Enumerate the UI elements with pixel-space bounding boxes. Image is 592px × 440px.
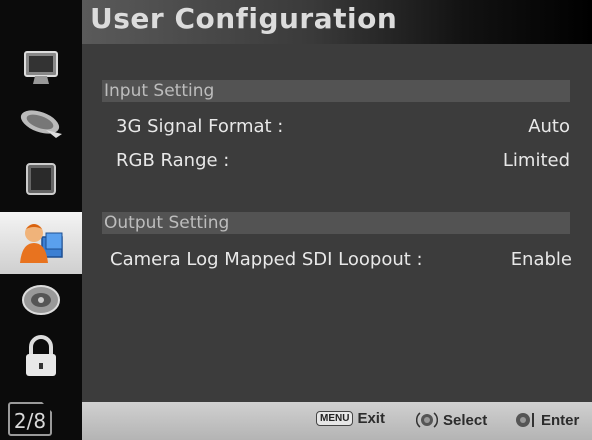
lock-icon — [26, 335, 56, 376]
setting-value[interactable]: Auto — [528, 116, 570, 137]
exit-label: Exit — [357, 410, 385, 427]
section-input-setting: Input Setting — [102, 80, 570, 102]
exit-hint[interactable]: MENU Exit — [316, 410, 385, 427]
footer-bar: MENU Exit Select Enter — [82, 402, 592, 440]
sidebar-item-user-config[interactable] — [0, 212, 82, 274]
setting-label: 3G Signal Format : — [116, 116, 284, 137]
setting-value[interactable]: Enable — [511, 249, 572, 270]
setting-value[interactable]: Limited — [503, 150, 570, 171]
user-config-icon — [20, 224, 63, 263]
sidebar: 2/8 — [0, 0, 82, 440]
setting-label: RGB Range : — [116, 150, 230, 171]
setting-row-rgb-range[interactable]: RGB Range : Limited — [116, 150, 570, 171]
sidebar-item-lock[interactable] — [0, 322, 82, 390]
section-output-setting: Output Setting — [102, 212, 570, 234]
sidebar-item-display[interactable] — [0, 146, 82, 214]
setting-row-camera-log-sdi-loopout[interactable]: Camera Log Mapped SDI Loopout : Enable — [110, 249, 572, 270]
select-label: Select — [443, 411, 488, 429]
menu-key-icon: MENU — [316, 411, 354, 426]
press-knob-icon — [516, 413, 534, 427]
settings-panel: Input Setting 3G Signal Format : Auto RG… — [82, 44, 592, 402]
rotate-knob-icon — [416, 412, 438, 428]
enter-hint[interactable]: Enter — [514, 410, 579, 430]
display-screen-icon — [26, 163, 56, 195]
setting-row-3g-signal-format[interactable]: 3G Signal Format : Auto — [116, 116, 570, 137]
monitor-icon — [24, 51, 58, 84]
enter-label: Enter — [541, 411, 580, 429]
satellite-dish-icon — [20, 110, 62, 138]
header-bar: User Configuration — [82, 0, 592, 44]
page-indicator: 2/8 — [8, 402, 52, 436]
page-title: User Configuration — [90, 2, 398, 35]
setting-label: Camera Log Mapped SDI Loopout : — [110, 249, 423, 270]
settings-disc-icon — [22, 285, 60, 315]
select-hint[interactable]: Select — [416, 410, 487, 430]
